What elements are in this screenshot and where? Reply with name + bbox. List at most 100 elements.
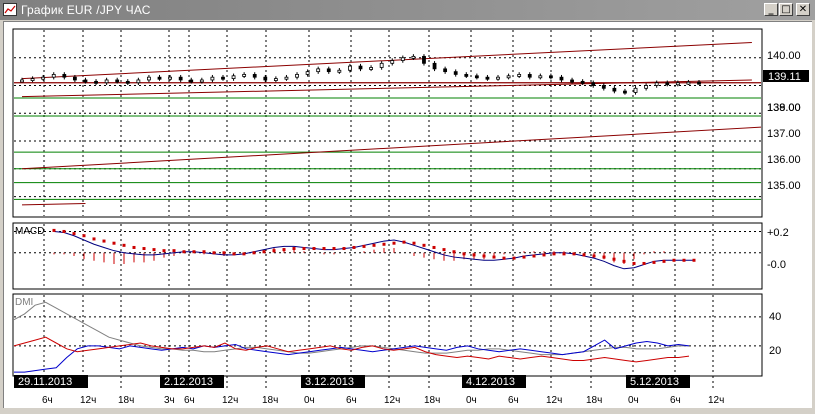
date-label: 5.12.2013 [630, 376, 679, 388]
macd-signal-dot [322, 247, 326, 251]
hour-label: 12ч [222, 395, 238, 406]
minimize-button[interactable]: _ [764, 3, 778, 16]
macd-signal-dot [162, 249, 166, 253]
price-y-label: 136.00 [767, 154, 801, 166]
macd-signal-dot [292, 247, 296, 251]
price-y-label: 140.00 [767, 50, 801, 62]
price-panel[interactable] [12, 28, 763, 218]
candle-body [432, 62, 437, 70]
hour-label: 0ч [304, 395, 315, 406]
candle-body [62, 74, 67, 78]
candle-body [348, 65, 352, 71]
candle-body [337, 69, 342, 73]
macd-signal-dot [182, 250, 186, 254]
candle-body [591, 82, 596, 86]
macd-signal-dot [442, 248, 446, 252]
hour-label: 0ч [466, 395, 477, 406]
macd-signal-dot [642, 261, 646, 265]
macd-panel[interactable] [12, 222, 763, 290]
macd-signal-dot [252, 251, 256, 255]
macd-signal-dot [482, 254, 486, 258]
macd-signal-dot [632, 261, 636, 265]
candle-body [178, 76, 183, 81]
candle-body [443, 68, 448, 73]
hour-label: 6ч [184, 395, 195, 406]
candle-body [601, 85, 606, 89]
macd-signal-dot [352, 245, 356, 249]
macd-signal-dot [212, 251, 216, 255]
macd-signal-dot [142, 247, 146, 251]
candle-body [147, 76, 151, 81]
price-y-label: 135.00 [767, 180, 801, 192]
hour-label: 0ч [628, 395, 639, 406]
candle-body [538, 75, 543, 79]
dmi-panel[interactable] [12, 293, 763, 377]
candle-body [411, 55, 416, 59]
candle-body [157, 76, 162, 80]
date-labels: 29.11.2013 2.12.2013 3.12.2013 4.12.2013… [14, 375, 690, 388]
macd-signal-dot [422, 243, 426, 247]
hour-label: 6ч [346, 395, 357, 406]
macd-signal-dot [372, 243, 376, 247]
candle-body [453, 71, 458, 75]
candle-body [379, 62, 384, 68]
candle-body [559, 76, 564, 81]
macd-signal-dot [92, 237, 96, 241]
macd-signal-dot [462, 252, 466, 256]
hour-label: 18ч [424, 395, 440, 406]
macd-signal-dot [172, 249, 176, 253]
candle-body [527, 74, 532, 78]
candle-body [221, 76, 225, 80]
macd-signal-dot [102, 239, 106, 243]
candle-body [633, 87, 638, 93]
current-price-label: 139.11 [768, 71, 801, 83]
maximize-button[interactable]: □ [779, 3, 793, 16]
macd-signal-dot [582, 253, 586, 257]
macd-signal-dot [602, 255, 606, 259]
chart-canvas[interactable]: 140.00 139.00 138.00 137.00 136.00 135.0… [4, 22, 813, 409]
hour-label: 3ч [164, 395, 175, 406]
macd-signal-dot [592, 254, 596, 258]
macd-signal-dot [412, 241, 416, 245]
candle-body [20, 79, 24, 83]
date-label: 3.12.2013 [305, 376, 354, 388]
candle-body [273, 78, 278, 81]
macd-signal-dot [452, 250, 456, 254]
close-button[interactable]: ✕ [796, 3, 810, 16]
candle-body [697, 81, 701, 85]
candle-body [654, 82, 659, 86]
candle-body [686, 81, 691, 85]
candle-body [72, 76, 77, 81]
window-titlebar: График EUR /JPY ЧАС _ □ ✕ [0, 0, 815, 20]
candle-body [210, 76, 215, 81]
candle-body [189, 79, 194, 83]
macd-label: MACD [15, 226, 44, 237]
macd-signal-dot [672, 258, 676, 262]
candle-body [400, 57, 405, 61]
candle-body [316, 68, 321, 73]
candle-body [485, 76, 490, 80]
macd-signal-dot [312, 247, 316, 251]
macd-signal-dot [222, 251, 226, 255]
macd-signal-dot [272, 249, 276, 253]
dmi-label: DMI [15, 297, 33, 308]
macd-signal-dot [202, 250, 206, 254]
candle-body [422, 55, 426, 64]
macd-signal-dot [242, 252, 246, 256]
macd-signal-dot [282, 248, 286, 252]
candle-body [623, 90, 627, 94]
candle-body [665, 82, 670, 86]
window-title: График EUR /JPY ЧАС [21, 3, 151, 17]
macd-signal-dot [302, 247, 306, 251]
candle-body [41, 76, 46, 80]
macd-signal-dot [472, 253, 476, 257]
price-y-label: 137.00 [767, 128, 801, 140]
candle-body [199, 79, 204, 83]
candle-body [83, 79, 88, 83]
hour-label: 6ч [42, 395, 53, 406]
candle-body [231, 75, 236, 79]
candle-body [549, 75, 553, 79]
macd-signal-dot [692, 258, 696, 262]
candle-body [358, 65, 363, 70]
candle-body [496, 76, 500, 80]
